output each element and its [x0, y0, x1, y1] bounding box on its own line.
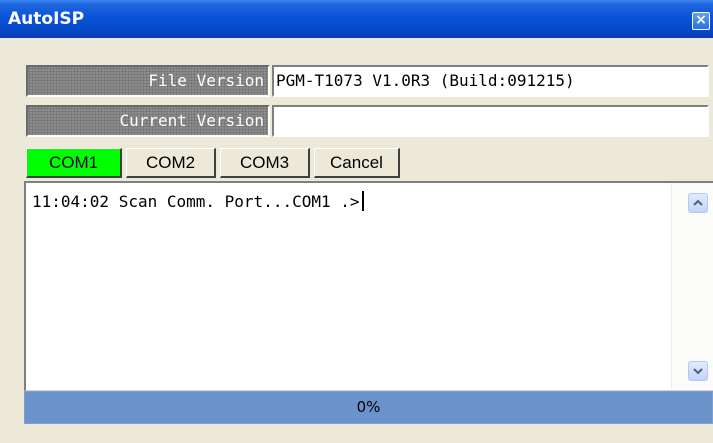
log-output[interactable]: 11:04:02 Scan Comm. Port...COM1 .> — [24, 181, 713, 391]
scroll-down-button[interactable] — [688, 361, 708, 381]
file-version-field: PGM-T1073 V1.0R3 (Build:091215) — [272, 65, 709, 97]
current-version-label: Current Version — [26, 105, 270, 137]
com1-button[interactable]: COM1 — [26, 148, 122, 178]
cancel-button[interactable]: Cancel — [314, 148, 400, 178]
log-scrollbar[interactable] — [671, 183, 713, 389]
window-title: AutoISP — [8, 9, 85, 29]
com3-button[interactable]: COM3 — [220, 148, 310, 178]
com2-button[interactable]: COM2 — [126, 148, 216, 178]
close-icon: × — [695, 12, 707, 28]
scroll-up-button[interactable] — [688, 193, 708, 213]
progress-percent: 0% — [356, 398, 381, 416]
title-bar[interactable]: AutoISP × — [0, 0, 713, 38]
window-footer — [0, 424, 713, 443]
close-button[interactable]: × — [692, 12, 710, 30]
progress-bar: 0% — [24, 391, 713, 424]
current-version-field — [272, 105, 709, 137]
autoisp-window: AutoISP × File Version PGM-T1073 V1.0R3 … — [0, 0, 713, 443]
text-caret — [361, 191, 364, 211]
log-line: 11:04:02 Scan Comm. Port...COM1 .> — [32, 191, 364, 211]
chevron-down-icon — [693, 368, 703, 375]
chevron-up-icon — [693, 199, 703, 206]
file-version-label: File Version — [26, 65, 270, 97]
